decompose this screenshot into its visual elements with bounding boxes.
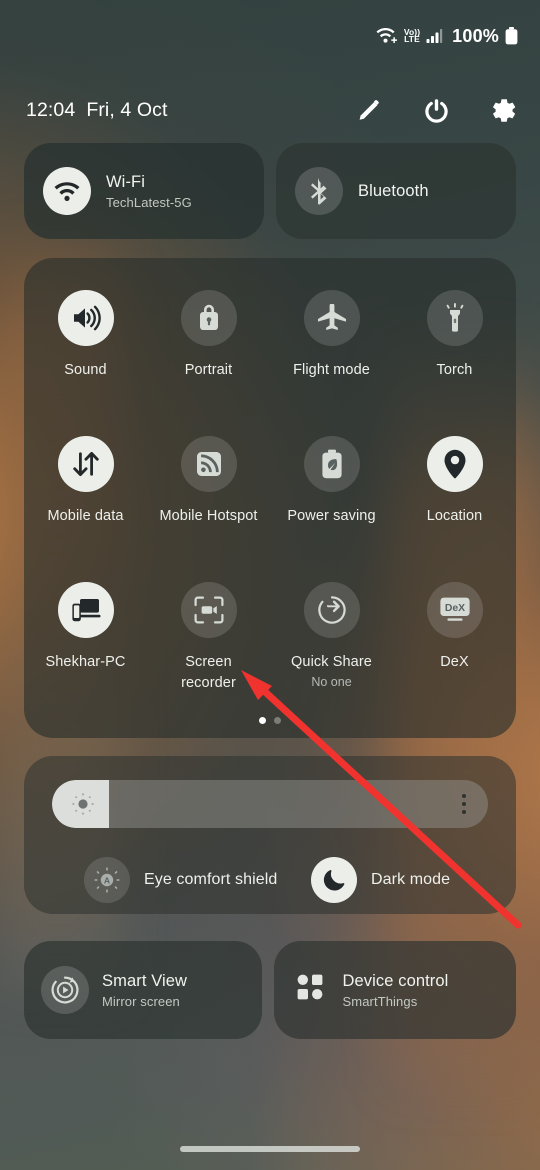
hotspot-icon	[180, 436, 237, 492]
eye-comfort-icon: A	[84, 857, 130, 903]
panel-header: 12:04 Fri, 4 Oct	[0, 88, 540, 132]
clock-and-date[interactable]: 12:04 Fri, 4 Oct	[26, 99, 167, 122]
smartthings-grid-icon	[296, 973, 326, 1008]
cellular-signal-icon	[426, 28, 443, 44]
smart-view-subtitle: Mirror screen	[102, 993, 180, 1009]
wifi-icon	[43, 167, 91, 215]
tile-label: Screen recorder	[181, 654, 236, 692]
tile-mobile-hotspot[interactable]: Mobile Hotspot	[147, 436, 270, 576]
wifi-text: Wi-Fi TechLatest-5G	[106, 173, 192, 210]
tile-label: Sound	[64, 362, 107, 378]
tile-dex[interactable]: DeX DeX	[393, 582, 516, 722]
dex-icon: DeX	[426, 582, 483, 638]
eye-comfort-shield-label: Eye comfort shield	[144, 871, 278, 888]
page-dot-2[interactable]	[274, 717, 281, 724]
quick-settings-grid: Sound Portrait Flight mode Torch Mobile …	[24, 290, 516, 722]
tile-label: DeX	[440, 654, 469, 670]
battery-percentage: 100%	[452, 25, 499, 46]
tile-power-saving[interactable]: Power saving	[270, 436, 393, 576]
connectivity-row: Wi-Fi TechLatest-5G Bluetooth	[24, 143, 516, 239]
quick-settings-tiles-panel: Sound Portrait Flight mode Torch Mobile …	[24, 258, 516, 738]
header-actions	[356, 96, 516, 124]
wifi-plus-icon	[376, 27, 398, 45]
flashlight-icon	[426, 290, 483, 346]
tile-label: Mobile Hotspot	[159, 508, 258, 524]
battery-leaf-icon	[303, 436, 360, 492]
volte-indicator: Vo)) LTE	[403, 26, 421, 44]
battery-full-icon	[505, 27, 518, 45]
bluetooth-icon	[295, 167, 343, 215]
quick-settings-panel-screen: Vo)) LTE 100% 12:04 Fri, 4 Oct Wi-Fi Tec…	[0, 0, 540, 1170]
tile-portrait[interactable]: Portrait	[147, 290, 270, 430]
tile-sublabel: No one	[311, 675, 352, 690]
dark-mode-label: Dark mode	[371, 871, 451, 888]
tile-label: Power saving	[287, 508, 376, 524]
tile-flight-mode[interactable]: Flight mode	[270, 290, 393, 430]
tile-label: Torch	[436, 362, 473, 378]
brightness-slider[interactable]	[52, 780, 488, 828]
dark-mode-toggle[interactable]: Dark mode	[289, 857, 516, 903]
moon-icon	[311, 857, 357, 903]
airplane-icon	[303, 290, 360, 346]
smart-view-text: Smart View Mirror screen	[102, 972, 187, 1009]
rotation-lock-icon	[180, 290, 237, 346]
status-bar: Vo)) LTE 100%	[0, 0, 540, 72]
home-indicator[interactable]	[180, 1146, 360, 1152]
quick-share-icon	[303, 582, 360, 638]
smart-view-tile[interactable]: Smart View Mirror screen	[24, 941, 262, 1039]
wifi-network-name: TechLatest-5G	[106, 194, 192, 210]
smart-view-icon	[41, 966, 89, 1014]
wifi-tile[interactable]: Wi-Fi TechLatest-5G	[24, 143, 264, 239]
speaker-icon	[57, 290, 114, 346]
brightness-panel: A Eye comfort shield Dark mode	[24, 756, 516, 914]
tile-label: Mobile data	[47, 508, 124, 524]
tile-label: Location	[426, 508, 483, 524]
device-control-text: Device control SmartThings	[343, 972, 449, 1009]
clock-time: 12:04	[26, 98, 76, 121]
svg-text:A: A	[104, 875, 110, 885]
bluetooth-tile[interactable]: Bluetooth	[276, 143, 516, 239]
tile-shekhar-pc[interactable]: Shekhar-PC	[24, 582, 147, 722]
tile-screen-recorder[interactable]: Screen recorder	[147, 582, 270, 722]
data-arrows-icon	[57, 436, 114, 492]
display-mode-row: A Eye comfort shield Dark mode	[24, 852, 516, 908]
wifi-title: Wi-Fi	[106, 172, 145, 191]
tile-label: Portrait	[184, 362, 233, 378]
tile-mobile-data[interactable]: Mobile data	[24, 436, 147, 576]
brightness-icon	[70, 791, 96, 817]
bottom-tiles-row: Smart View Mirror screen Device control …	[24, 941, 516, 1039]
smart-view-title: Smart View	[102, 971, 188, 990]
tile-torch[interactable]: Torch	[393, 290, 516, 430]
link-to-windows-icon	[57, 582, 114, 638]
screen-record-icon	[180, 582, 237, 638]
gear-icon[interactable]	[488, 96, 516, 124]
device-control-title: Device control	[342, 971, 449, 990]
device-control-subtitle: SmartThings	[342, 993, 418, 1009]
more-options-icon[interactable]	[462, 794, 466, 814]
pencil-icon[interactable]	[356, 96, 384, 124]
page-indicator-dots[interactable]	[24, 717, 516, 724]
eye-comfort-shield-toggle[interactable]: A Eye comfort shield	[24, 857, 289, 903]
svg-text:DeX: DeX	[444, 603, 464, 614]
page-dot-1[interactable]	[259, 717, 266, 724]
tile-label: Flight mode	[293, 362, 370, 378]
tile-location[interactable]: Location	[393, 436, 516, 576]
power-icon[interactable]	[422, 96, 450, 124]
tile-label: Quick Share	[291, 654, 372, 670]
location-pin-icon	[426, 436, 483, 492]
clock-date: Fri, 4 Oct	[86, 98, 168, 121]
tile-quick-share[interactable]: Quick Share No one	[270, 582, 393, 722]
device-control-tile[interactable]: Device control SmartThings	[273, 941, 516, 1039]
bluetooth-title: Bluetooth	[358, 181, 429, 200]
tile-sound[interactable]: Sound	[24, 290, 147, 430]
bluetooth-text: Bluetooth	[358, 182, 429, 201]
tile-label: Shekhar-PC	[45, 654, 126, 670]
